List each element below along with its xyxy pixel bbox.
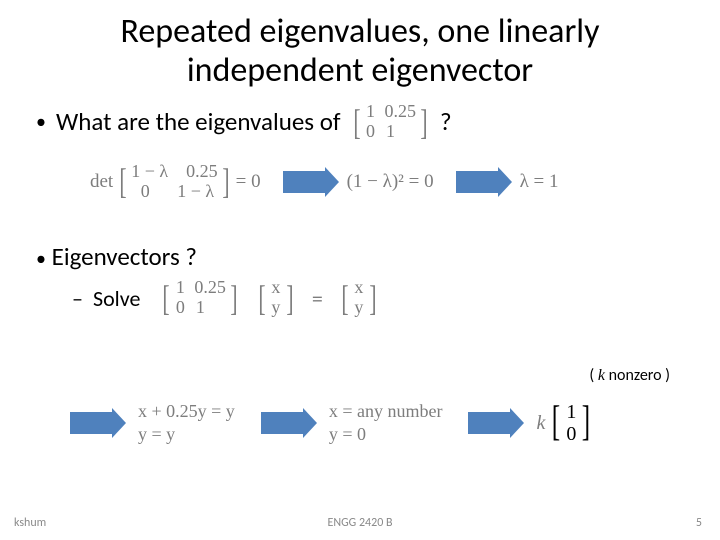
k-vector: k [ 1 0 ] xyxy=(536,401,593,445)
sub-bullet-text: Solve xyxy=(93,285,140,312)
note-close: nonzero ) xyxy=(605,366,670,385)
note-k-nonzero: ( k nonzero ) xyxy=(589,366,670,385)
detM-r1c2: 0.25 xyxy=(186,162,218,182)
bullet-eigenvalues: • What are the eigenvalues of [ 10.25 01… xyxy=(36,102,690,142)
footer-course: ENGG 2420 B xyxy=(327,516,392,530)
system-1: x + 0.25y = y y = y xyxy=(138,400,235,447)
system-2: x = any number y = 0 xyxy=(329,400,443,447)
matA-r2c1: 0 xyxy=(365,122,377,142)
determinant-row: det [ 1 − λ0.25 01 − λ ] = 0 (1 − λ)² = … xyxy=(90,162,690,202)
footer-page-number: 5 xyxy=(696,516,702,530)
vector-xy-right: [ x y ] xyxy=(339,278,379,318)
question-mark: ? xyxy=(440,106,452,137)
vxy-r2: y xyxy=(270,298,282,318)
det-label: det xyxy=(90,171,113,193)
detM-r1c1: 1 − λ xyxy=(131,162,168,182)
vxy2-r2: y xyxy=(353,298,365,318)
matA-r2c2: 1 xyxy=(385,122,397,142)
matrix-a: [ 10.25 01 ] xyxy=(351,102,431,142)
arrow-icon xyxy=(70,412,112,434)
note-k: k xyxy=(598,367,605,384)
vxy-r1: x xyxy=(270,278,282,298)
vxy2-r1: x xyxy=(353,278,365,298)
bullet-dot: • xyxy=(36,112,46,132)
sys1-l1: x + 0.25y = y xyxy=(138,400,235,423)
page-title: Repeated eigenvalues, one linearly indep… xyxy=(30,12,690,90)
arrow-icon xyxy=(261,412,303,434)
sys1-l2: y = y xyxy=(138,423,235,446)
bullet2-text: Eigenvectors ? xyxy=(52,241,197,272)
bullet1-text: What are the eigenvalues of xyxy=(56,106,341,137)
det-eq-zero: = 0 xyxy=(236,171,261,193)
matA-r1c1: 1 xyxy=(365,102,377,122)
arrow-icon xyxy=(468,412,510,434)
sys2-l1: x = any number xyxy=(329,400,443,423)
sub-bullet-solve: – Solve [ 10.25 01 ] [ x y ] = [ x y ] xyxy=(72,278,690,318)
kvec-r2: 0 xyxy=(565,423,577,445)
bullet-eigenvectors: • Eigenvectors ? xyxy=(36,241,690,272)
solve-row: x + 0.25y = y y = y x = any number y = 0… xyxy=(70,400,593,447)
bullet-dot: • xyxy=(36,247,46,271)
det-expression: det [ 1 − λ0.25 01 − λ ] = 0 xyxy=(90,162,261,202)
sM-r2c1: 0 xyxy=(174,298,186,318)
arrow-icon xyxy=(283,171,325,193)
matA-r1c2: 0.25 xyxy=(385,102,417,122)
sM-r2c2: 1 xyxy=(194,298,206,318)
k-label: k xyxy=(536,412,545,435)
arrow-icon xyxy=(456,171,498,193)
sM-r1c1: 1 xyxy=(174,278,186,298)
dash-icon: – xyxy=(72,285,83,312)
detM-r2c1: 0 xyxy=(131,182,159,202)
lambda-result: λ = 1 xyxy=(520,171,559,193)
equals-sign: = xyxy=(312,285,323,312)
note-open: ( xyxy=(589,366,597,385)
footer-author: kshum xyxy=(14,516,46,530)
sM-r1c2: 0.25 xyxy=(194,278,226,298)
kvec-r1: 1 xyxy=(565,401,577,423)
char-equation: (1 − λ)² = 0 xyxy=(347,171,434,193)
solve-matrix: [ 10.25 01 ] xyxy=(160,278,240,318)
sys2-l2: y = 0 xyxy=(329,423,443,446)
detM-r2c2: 1 − λ xyxy=(177,182,214,202)
vector-xy-left: [ x y ] xyxy=(256,278,296,318)
